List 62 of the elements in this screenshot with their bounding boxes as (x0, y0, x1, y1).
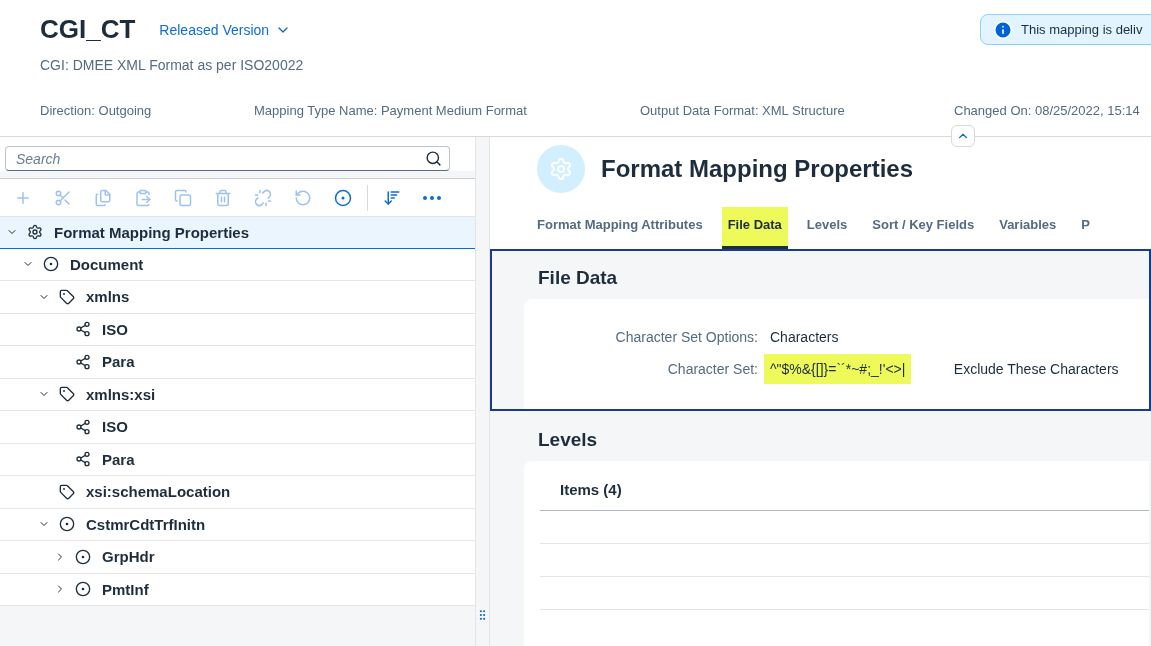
tab[interactable]: Format Mapping Attributes (531, 207, 709, 249)
radio-icon (43, 256, 59, 273)
object-title: Format Mapping Properties (601, 155, 914, 183)
cut-icon (54, 188, 72, 207)
gear-icon (549, 157, 573, 181)
tag-icon (59, 288, 75, 305)
tab[interactable]: Sort / Key Fields (866, 207, 981, 249)
tag-icon (59, 483, 75, 500)
field-value: ^"$%&{[]}=`´*~#;_!'<>| (764, 354, 912, 384)
header-attribute: Mapping Type Name: Payment Medium Format (254, 103, 528, 118)
tree-item[interactable]: xsi:schemaLocation (0, 476, 475, 509)
radio-icon (59, 516, 75, 533)
header-attribute: Changed On: 08/25/2022, 15:14 (954, 103, 1141, 118)
page-title: CGI_CT (40, 14, 136, 45)
tree-item[interactable]: Para (0, 443, 475, 476)
subtitle: CGI: DMEE XML Format as per ISO20022 (40, 57, 305, 73)
duplicate-icon (174, 188, 192, 207)
tree-item[interactable]: PmtInf (0, 573, 475, 606)
share-icon (75, 353, 91, 370)
sort-icon (383, 188, 401, 207)
unlink-icon (254, 188, 272, 207)
share-icon (75, 451, 91, 468)
reset-icon (294, 188, 312, 207)
paste-icon (134, 188, 152, 207)
info-icon (993, 19, 1013, 40)
delete-icon (214, 188, 232, 207)
field-note: Exclude These Characters (953, 361, 1120, 377)
tree-item[interactable]: ISO (0, 313, 475, 346)
tree-item[interactable]: ISO (0, 411, 475, 444)
field-value: Characters (770, 329, 839, 345)
info-banner: This mapping is deliv (980, 14, 1151, 45)
tag-icon (59, 386, 75, 403)
section-title: Levels (538, 429, 599, 451)
header-attribute: Output Data Format: XML Structure (640, 103, 846, 118)
search-field[interactable]: Search (5, 146, 450, 171)
section-title: File Data (538, 267, 619, 289)
version-dropdown[interactable]: Released Version (159, 21, 292, 38)
search-icon (425, 150, 442, 167)
tree-item[interactable]: Format Mapping Properties (0, 216, 475, 249)
radio-icon (75, 581, 91, 598)
more-icon (423, 195, 441, 200)
field-label: Character Set: (666, 361, 758, 377)
tree-item[interactable]: GrpHdr (0, 541, 475, 574)
element-icon (334, 188, 352, 207)
tab[interactable]: Levels (800, 207, 854, 249)
header-attribute: Direction: Outgoing (40, 103, 153, 118)
tree-item[interactable]: Para (0, 346, 475, 379)
share-icon (75, 418, 91, 435)
tree-item[interactable]: xmlns (0, 281, 475, 314)
collapse-button[interactable] (951, 125, 975, 147)
field-label: Character Set Options: (614, 329, 758, 345)
share-icon (75, 321, 91, 338)
tree-item[interactable]: Document (0, 248, 475, 281)
table-title: Items (4) (540, 461, 1149, 511)
tab[interactable]: Variables (993, 207, 1063, 249)
tree-item[interactable]: CstmrCdtTrfInitn (0, 508, 475, 541)
tab[interactable]: File Data (721, 207, 788, 249)
copy-icon (94, 188, 112, 207)
tab[interactable]: P (1075, 207, 1096, 249)
radio-icon (75, 548, 91, 565)
tree-item[interactable]: xmlns:xsi (0, 378, 475, 411)
gear-icon (27, 224, 43, 241)
